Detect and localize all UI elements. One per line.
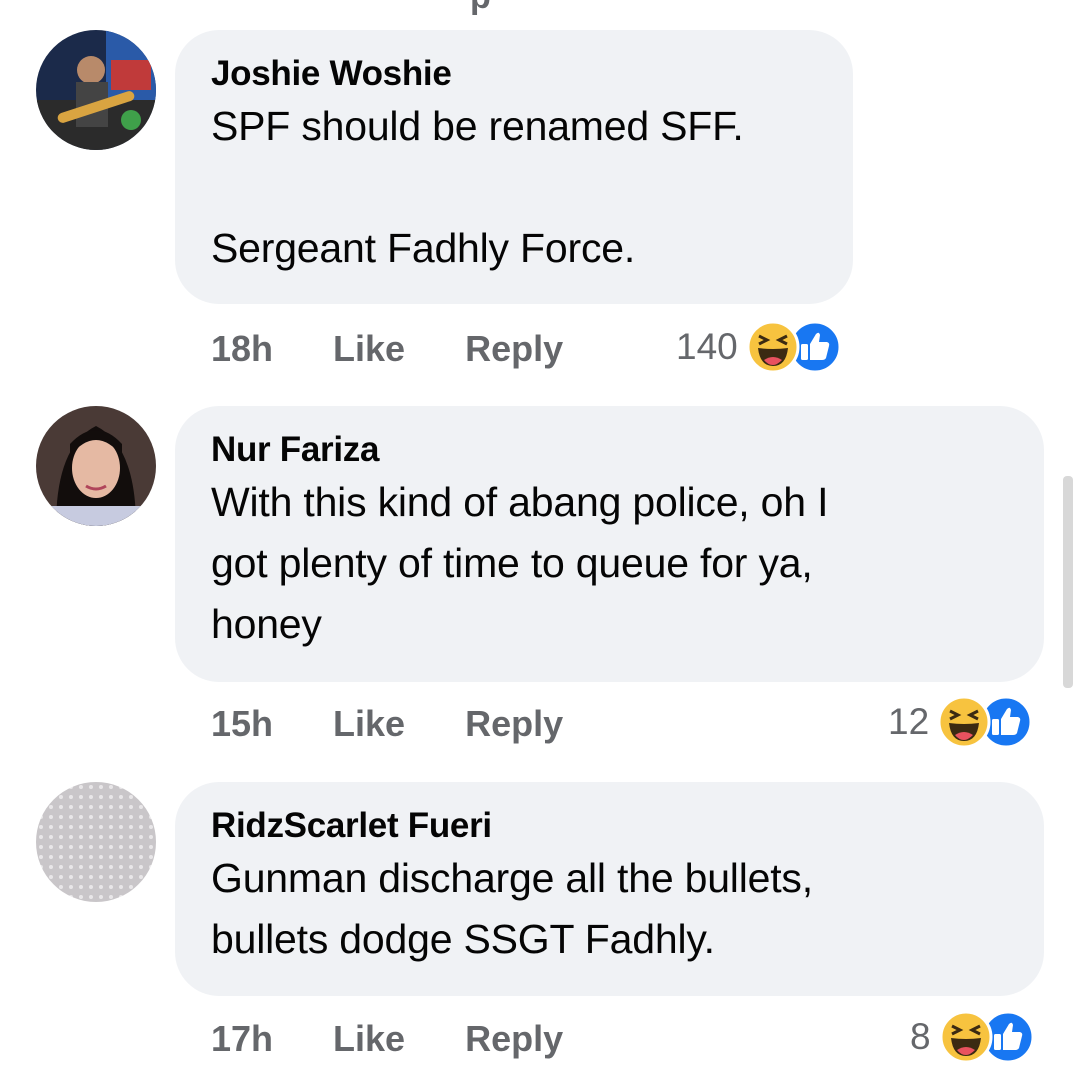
reaction-summary[interactable]: 140 <box>676 320 842 374</box>
haha-icon <box>937 695 991 749</box>
comment-author[interactable]: Nur Fariza <box>211 428 1008 472</box>
reaction-icons <box>937 695 1033 749</box>
comment-timestamp[interactable]: 17h <box>211 1018 273 1060</box>
haha-icon <box>746 320 800 374</box>
reply-button[interactable]: Reply <box>465 328 563 370</box>
comment-author[interactable]: Joshie Woshie <box>211 52 817 96</box>
scrollbar[interactable] <box>1063 476 1073 688</box>
reaction-summary[interactable]: 8 <box>910 1010 1035 1064</box>
comment-actions: 15h Like Reply <box>211 699 563 749</box>
comment-actions: 17h Like Reply <box>211 1014 563 1064</box>
partially-visible-label: p <box>470 0 491 17</box>
reaction-icons <box>746 320 842 374</box>
comment-bubble: RidzScarlet Fueri Gunman discharge all t… <box>175 782 1044 996</box>
reaction-count: 8 <box>910 1016 931 1057</box>
reaction-icons <box>939 1010 1035 1064</box>
reaction-count: 140 <box>676 326 738 367</box>
avatar[interactable] <box>36 406 156 526</box>
like-button[interactable]: Like <box>333 1018 405 1060</box>
like-button[interactable]: Like <box>333 703 405 745</box>
comment-text: With this kind of abang police, oh I got… <box>211 479 829 647</box>
comment-text: Gunman discharge all the bullets, bullet… <box>211 855 813 962</box>
reaction-summary[interactable]: 12 <box>888 695 1033 749</box>
comment-bubble: Joshie Woshie SPF should be renamed SFF.… <box>175 30 853 304</box>
comment-bubble: Nur Fariza With this kind of abang polic… <box>175 406 1044 682</box>
reply-button[interactable]: Reply <box>465 703 563 745</box>
comments-thread: p Joshie Woshie SPF should be renamed SF… <box>0 0 1080 1072</box>
like-button[interactable]: Like <box>333 328 405 370</box>
comment-timestamp[interactable]: 15h <box>211 703 273 745</box>
avatar-default-pattern <box>36 782 156 902</box>
comment-author[interactable]: RidzScarlet Fueri <box>211 804 1008 848</box>
comment-timestamp[interactable]: 18h <box>211 328 273 370</box>
haha-icon <box>939 1010 993 1064</box>
comment-text: SPF should be renamed SFF. Sergeant Fadh… <box>211 103 744 271</box>
avatar[interactable] <box>36 782 156 902</box>
avatar-photo-woman <box>36 406 156 526</box>
reply-button[interactable]: Reply <box>465 1018 563 1060</box>
avatar[interactable] <box>36 30 156 150</box>
avatar-photo-guitarist <box>36 30 156 150</box>
reaction-count: 12 <box>888 701 930 742</box>
comment-actions: 18h Like Reply <box>211 324 563 374</box>
